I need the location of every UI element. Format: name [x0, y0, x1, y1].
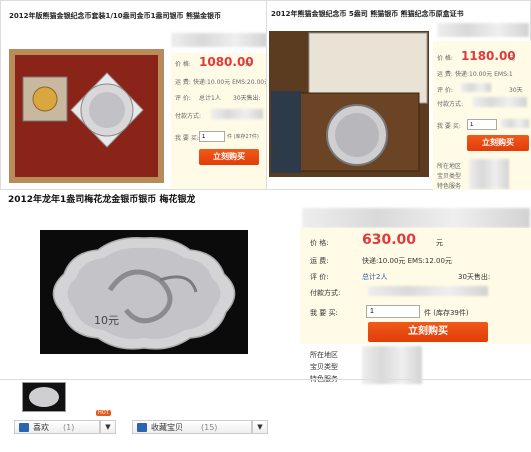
- product-panel-1: 2012年版熊猫金银纪念币套装1/10盎司金币1盎司银币 熊猫金银币 价 格: …: [0, 0, 269, 190]
- shipping-label: 运 费:: [310, 257, 329, 265]
- shipping-value: 快递:10.00元 EMS:12.00元: [362, 257, 452, 265]
- price-label: 价 格:: [437, 55, 453, 62]
- price-unit: 元: [436, 239, 443, 247]
- sold-label: 30天售出:: [458, 273, 491, 281]
- product-info: 价 格: 1180.00 元 运 费: 快递:10.00元 EMS:1 评 价:…: [433, 41, 531, 191]
- quantity-input[interactable]: [366, 305, 420, 318]
- like-icon: [19, 422, 29, 432]
- quantity-input[interactable]: [467, 119, 497, 130]
- thumbnail[interactable]: [22, 382, 66, 412]
- favorite-count: (15): [201, 422, 218, 432]
- coin-illustration: 10元: [40, 230, 248, 354]
- favorite-label: 收藏宝贝: [151, 422, 183, 432]
- product-title[interactable]: 2012年龙年1盎司梅花龙金银币银币 梅花银龙: [8, 192, 195, 205]
- blurred-header: [302, 208, 530, 228]
- thumbs-divider: [0, 379, 531, 380]
- like-label: 喜欢: [33, 422, 49, 432]
- product-title[interactable]: 2012年熊猫金银纪念币 5盎司 熊猫银币 熊猫纪念币原盒证书: [271, 9, 529, 19]
- product-panel-3: 2012年龙年1盎司梅花龙金银币银币 梅花银龙 10元 价 格: 630.00 …: [0, 190, 531, 390]
- rating-label: 评 价:: [437, 87, 453, 94]
- product-panel-2: 2012年熊猫金银纪念币 5盎司 熊猫银币 熊猫纪念币原盒证书 价 格: 118…: [266, 0, 531, 191]
- price-value: 630.00: [362, 232, 417, 248]
- pay-icons: [368, 286, 488, 296]
- price-unit: 元: [509, 55, 516, 62]
- product-image[interactable]: [9, 49, 164, 183]
- blurred-header: [437, 23, 529, 37]
- pay-icons: [473, 97, 527, 107]
- favorite-icon: [137, 422, 147, 432]
- rating-label: 评 价:: [310, 273, 329, 281]
- detail-blurred: [469, 159, 509, 189]
- like-count: (1): [63, 422, 75, 432]
- favorite-button[interactable]: 收藏宝贝 (15): [132, 420, 252, 434]
- buy-label: 我 要 买:: [310, 309, 338, 317]
- price-label: 价 格:: [175, 61, 191, 68]
- product-image[interactable]: 10元: [40, 230, 248, 354]
- pay-icons: [211, 109, 263, 119]
- sold-label: 30天售出:: [233, 95, 261, 102]
- buy-label: 我 要 买:: [175, 135, 199, 142]
- rating-label: 评 价:: [175, 95, 191, 102]
- buy-now-button[interactable]: 立刻购买: [199, 149, 259, 165]
- pay-label: 付款方式:: [437, 101, 464, 108]
- shipping-label: 运 费:: [175, 79, 191, 86]
- product-title[interactable]: 2012年版熊猫金银纪念币套装1/10盎司金币1盎司银币 熊猫金银币: [9, 11, 267, 21]
- shipping-label: 运 费:: [437, 71, 453, 78]
- location-label: 所在地区: [437, 163, 462, 170]
- buy-now-button[interactable]: 立刻购买: [467, 135, 529, 151]
- price-unit: 元: [245, 61, 252, 68]
- shipping-value: 快递:10.00元 EMS:20.00元: [193, 79, 267, 86]
- favorite-dropdown[interactable]: ▼: [252, 420, 268, 434]
- thumbnail-coin: [29, 387, 59, 407]
- stock-label: 件 (库存39件): [424, 309, 469, 317]
- sold-label: 30天: [509, 87, 523, 94]
- type-label: 宝贝类型: [437, 173, 462, 180]
- buy-now-button[interactable]: 立刻购买: [368, 322, 488, 342]
- chevron-down-icon: ▼: [105, 423, 111, 431]
- like-dropdown[interactable]: ▼: [100, 420, 116, 434]
- price-label: 价 格:: [310, 239, 329, 247]
- rating-value[interactable]: 总计1人: [199, 93, 221, 102]
- price-value: 1180.00: [461, 49, 516, 63]
- rating-value[interactable]: 总计2人: [362, 272, 387, 282]
- buy-label: 我 要 买:: [437, 123, 461, 130]
- pay-label: 付款方式:: [310, 289, 341, 297]
- product-info: 价 格: 630.00 元 运 费: 快递:10.00元 EMS:12.00元 …: [300, 228, 531, 388]
- stock-label: 件 (库存27件): [227, 134, 259, 140]
- rating-blurred: [461, 83, 491, 92]
- type-label: 宝贝类型: [310, 363, 338, 371]
- shipping-value: 快递:10.00元 EMS:1: [455, 71, 513, 78]
- coin-box-illustration: [269, 31, 429, 177]
- quantity-input[interactable]: [199, 131, 225, 142]
- chevron-down-icon: ▼: [257, 423, 263, 431]
- coin-denomination: 10元: [94, 314, 119, 327]
- product-image[interactable]: [269, 31, 429, 177]
- coin-box-illustration: [15, 55, 158, 177]
- like-button[interactable]: 喜欢 (1): [14, 420, 100, 434]
- hot-badge: HOT: [96, 410, 111, 416]
- blurred-header: [171, 33, 267, 47]
- pay-label: 付款方式:: [175, 113, 202, 120]
- location-label: 所在地区: [310, 351, 338, 359]
- service-label: 特色服务: [437, 183, 462, 190]
- stock-blurred: [501, 119, 529, 128]
- product-info: 价 格: 1080.00 元 运 费: 快递:10.00元 EMS:20.00元…: [171, 53, 269, 189]
